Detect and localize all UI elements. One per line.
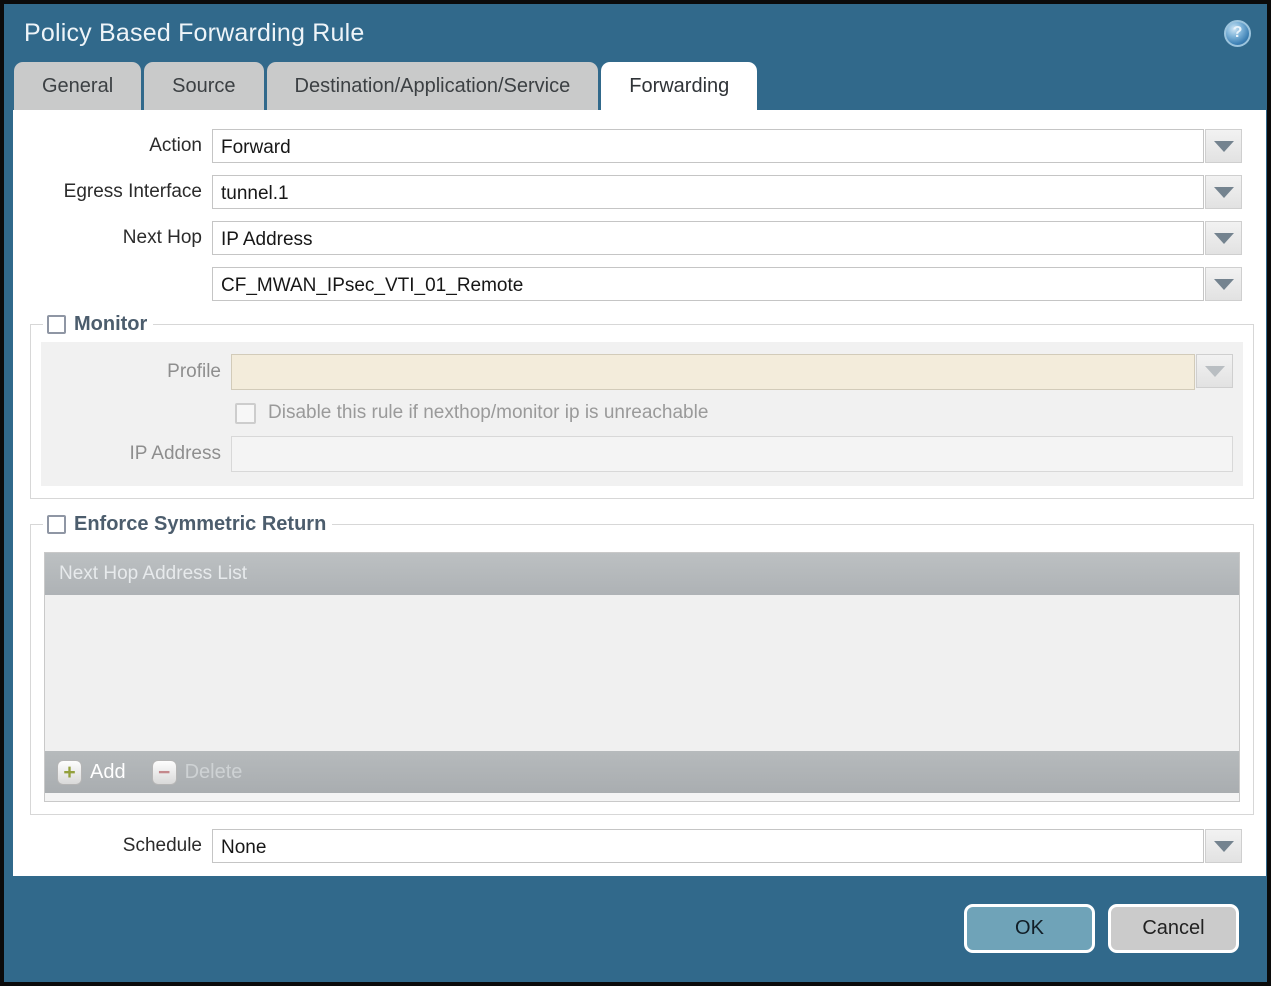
egress-interface-combobox[interactable]: tunnel.1 (212, 175, 1242, 209)
monitor-ip-address-input (231, 436, 1233, 472)
disable-rule-label: Disable this rule if nexthop/monitor ip … (268, 402, 709, 423)
chevron-down-icon (1213, 140, 1234, 152)
grid-toolbar: + Add − Delete (45, 751, 1239, 793)
cancel-button[interactable]: Cancel (1108, 903, 1239, 953)
dialog-title: Policy Based Forwarding Rule (24, 18, 365, 47)
action-row: Action Forward (13, 129, 1266, 163)
next-hop-dropdown-trigger[interactable] (1205, 221, 1242, 255)
tab-source[interactable]: Source (144, 62, 264, 110)
action-value[interactable]: Forward (212, 129, 1204, 163)
schedule-dropdown-trigger[interactable] (1205, 829, 1242, 863)
disable-rule-row: Disable this rule if nexthop/monitor ip … (41, 402, 1243, 424)
help-icon[interactable]: ? (1224, 19, 1251, 47)
monitor-ip-address-row: IP Address (41, 436, 1243, 472)
chevron-down-icon (1213, 186, 1234, 198)
egress-interface-label: Egress Interface (63, 181, 202, 202)
tab-forwarding[interactable]: Forwarding (601, 62, 758, 110)
chevron-down-icon (1204, 365, 1225, 377)
next-hop-address-value[interactable]: CF_MWAN_IPsec_VTI_01_Remote (212, 267, 1204, 301)
schedule-value[interactable]: None (212, 829, 1204, 863)
next-hop-address-list-grid: Next Hop Address List + Add − Delete (44, 552, 1240, 802)
schedule-combobox[interactable]: None (212, 829, 1242, 863)
tab-bar: General Source Destination/Application/S… (4, 62, 1267, 110)
schedule-row: Schedule None (13, 829, 1266, 863)
disable-rule-checkbox (235, 402, 256, 424)
egress-interface-value[interactable]: tunnel.1 (212, 175, 1204, 209)
next-hop-address-row: CF_MWAN_IPsec_VTI_01_Remote (13, 267, 1266, 301)
monitor-fieldset: Monitor Profile Disable this rule if nex… (30, 313, 1254, 499)
delete-button: − Delete (151, 759, 243, 785)
tab-destination-application-service[interactable]: Destination/Application/Service (266, 62, 599, 110)
monitor-title: Monitor (74, 313, 148, 335)
dialog-footer: OK Cancel (4, 876, 1267, 980)
titlebar: Policy Based Forwarding Rule ? (4, 4, 1267, 62)
next-hop-row: Next Hop IP Address (13, 221, 1266, 255)
ok-button[interactable]: OK (964, 903, 1095, 953)
next-hop-address-dropdown-trigger[interactable] (1205, 267, 1242, 301)
add-button-label: Add (90, 760, 126, 783)
monitor-ip-address-label: IP Address (129, 443, 221, 464)
tab-panel-forwarding: Action Forward Egress Interface tunnel.1… (13, 110, 1266, 876)
profile-row: Profile (41, 354, 1243, 390)
next-hop-label: Next Hop (122, 227, 202, 248)
monitor-checkbox[interactable] (47, 315, 66, 334)
egress-interface-row: Egress Interface tunnel.1 (13, 175, 1266, 209)
delete-button-label: Delete (184, 760, 243, 783)
profile-value (231, 354, 1195, 390)
grid-footer-strip (45, 793, 1239, 801)
profile-dropdown-trigger (1196, 354, 1233, 388)
next-hop-combobox[interactable]: IP Address (212, 221, 1242, 255)
plus-icon: + (57, 759, 82, 785)
egress-interface-dropdown-trigger[interactable] (1205, 175, 1242, 209)
minus-icon: − (151, 759, 177, 785)
monitor-legend: Monitor (43, 313, 153, 336)
chevron-down-icon (1213, 278, 1234, 290)
dialog-policy-based-forwarding-rule: Policy Based Forwarding Rule ? General S… (0, 0, 1271, 986)
next-hop-value[interactable]: IP Address (212, 221, 1204, 255)
profile-label: Profile (167, 361, 221, 382)
action-dropdown-trigger[interactable] (1205, 129, 1242, 163)
symmetric-return-title: Enforce Symmetric Return (74, 513, 327, 535)
next-hop-address-combobox[interactable]: CF_MWAN_IPsec_VTI_01_Remote (212, 267, 1242, 301)
symmetric-return-legend: Enforce Symmetric Return (43, 513, 332, 536)
next-hop-address-list-header[interactable]: Next Hop Address List (45, 553, 1239, 595)
add-button[interactable]: + Add (57, 759, 126, 785)
action-label: Action (149, 135, 202, 156)
symmetric-return-fieldset: Enforce Symmetric Return Next Hop Addres… (30, 513, 1254, 815)
action-combobox[interactable]: Forward (212, 129, 1242, 163)
schedule-label: Schedule (122, 835, 202, 856)
profile-combobox (231, 354, 1233, 390)
next-hop-address-list-body[interactable] (45, 595, 1239, 751)
chevron-down-icon (1213, 840, 1234, 852)
symmetric-return-checkbox[interactable] (47, 515, 66, 534)
tab-general[interactable]: General (14, 62, 142, 110)
chevron-down-icon (1213, 232, 1234, 244)
monitor-section-body: Profile Disable this rule if nexthop/mon… (41, 342, 1243, 486)
